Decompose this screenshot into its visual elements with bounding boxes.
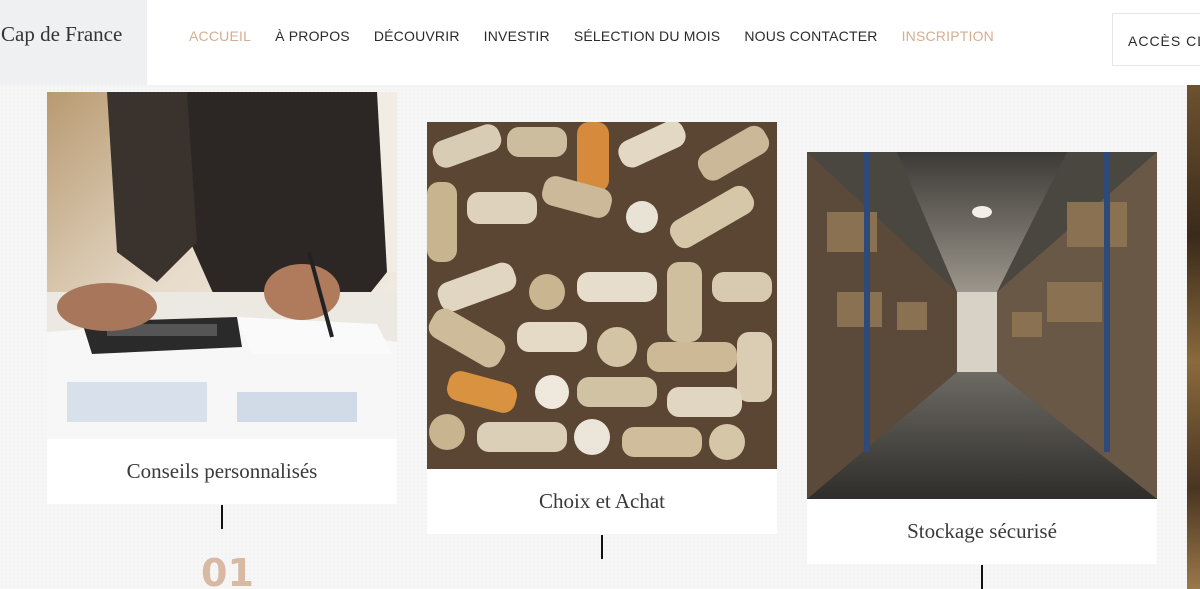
step-connector (221, 505, 223, 529)
nav-item-selection-du-mois[interactable]: SÉLECTION DU MOIS (574, 28, 721, 44)
card-caption-conseils: Conseils personnalisés (47, 439, 397, 504)
client-access-button[interactable]: ACCÈS CL (1112, 13, 1200, 66)
nav-item-investir[interactable]: INVESTIR (484, 28, 550, 44)
nav-item-decouvrir[interactable]: DÉCOUVRIR (374, 28, 460, 44)
client-access-label: ACCÈS CL (1128, 33, 1200, 49)
step-connector (981, 565, 983, 589)
main-nav: ACCUEIL À PROPOS DÉCOUVRIR INVESTIR SÉLE… (189, 28, 1018, 44)
warehouse-photo (807, 152, 1157, 499)
adjacent-photo-edge (1187, 85, 1200, 589)
card-caption-choix-achat: Choix et Achat (427, 469, 777, 534)
card-caption-stockage: Stockage sécurisé (807, 499, 1157, 564)
nav-item-a-propos[interactable]: À PROPOS (275, 28, 350, 44)
logo[interactable]: Cap de France (0, 0, 147, 85)
step-connector (601, 535, 603, 559)
wine-corks-photo (427, 122, 777, 469)
nav-item-inscription[interactable]: INSCRIPTION (902, 28, 994, 44)
nav-item-nous-contacter[interactable]: NOUS CONTACTER (744, 28, 877, 44)
nav-item-accueil[interactable]: ACCUEIL (189, 28, 251, 44)
site-header: Cap de France ACCUEIL À PROPOS DÉCOUVRIR… (0, 0, 1200, 85)
logo-text: Cap de France (1, 22, 123, 46)
step-number-01: 01 (201, 551, 254, 589)
business-calculator-photo (47, 92, 397, 439)
